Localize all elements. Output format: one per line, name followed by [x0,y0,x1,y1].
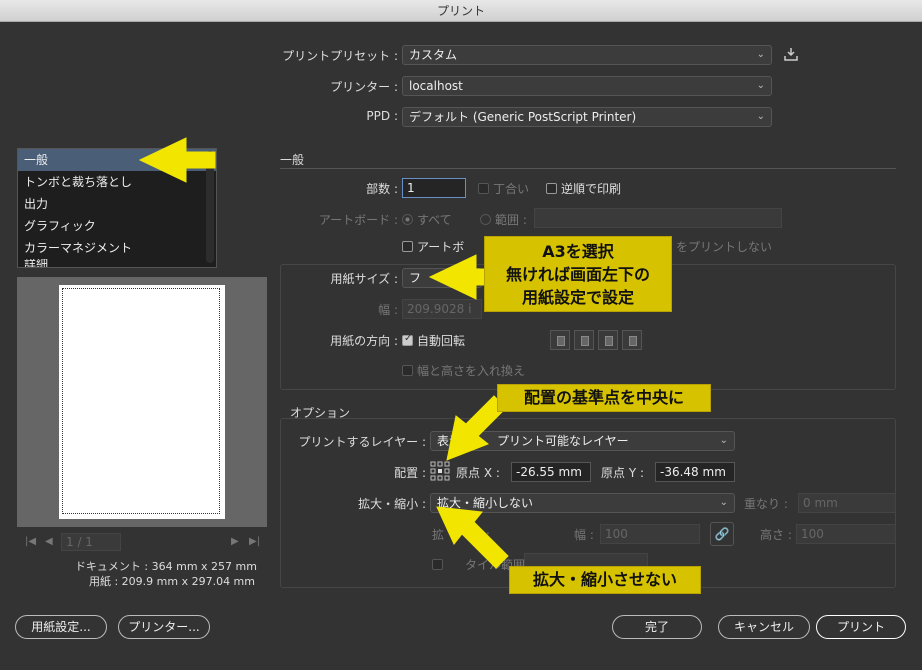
callout-center-placement: 配置の基準点を中央に [497,384,711,412]
annotation-arrows [138,137,509,569]
callout-a3-line2: 無ければ画面左下の [505,265,650,284]
callout-a3-line1: A3を選択 [542,242,614,261]
callout-a3: A3を選択 無ければ画面左下の 用紙設定で設定 [484,236,672,312]
arrow-to-scale [436,506,509,569]
arrow-to-paper-size [428,254,491,300]
arrow-to-general [138,137,216,183]
callout-no-scale: 拡大・縮小させない [509,566,701,594]
callout-a3-line3: 用紙設定で設定 [521,288,634,307]
